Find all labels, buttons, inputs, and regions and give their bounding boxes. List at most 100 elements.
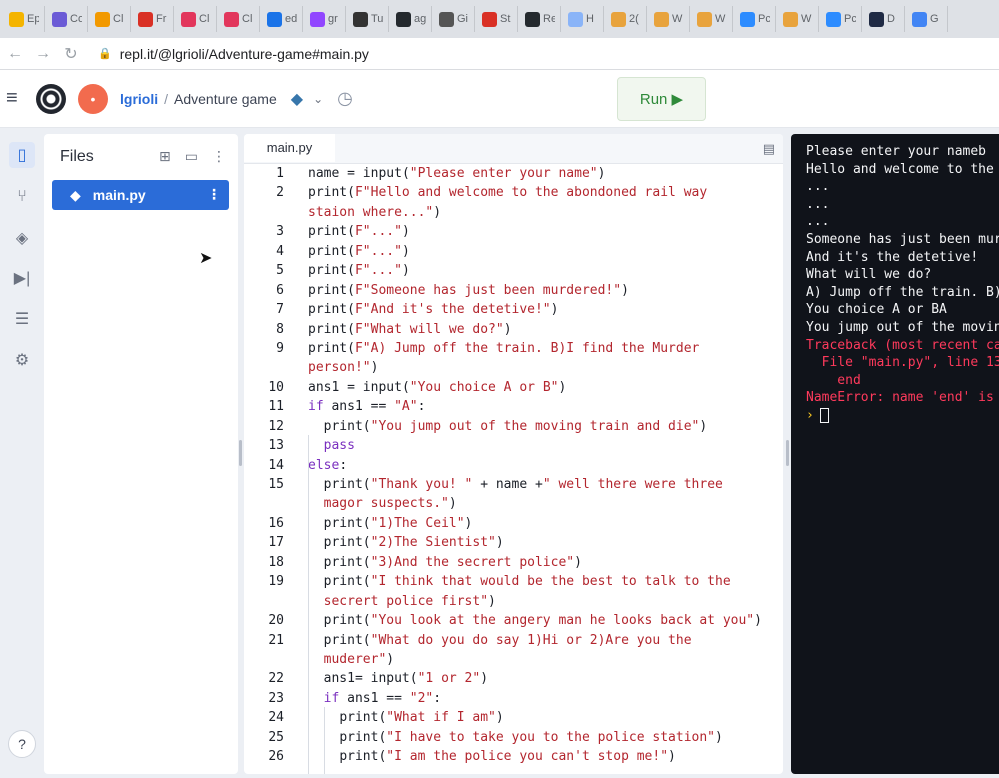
code-line[interactable]: 13 pass	[244, 436, 783, 455]
code-text[interactable]: print("3)And the secrert police")	[308, 553, 582, 572]
avatar[interactable]: •	[78, 83, 108, 114]
browser-tab[interactable]: Cl	[219, 6, 260, 32]
code-line[interactable]: 17 print("2)The Sientist")	[244, 533, 783, 552]
code-text[interactable]: print("You look at the angery man he loo…	[308, 611, 762, 630]
code-text[interactable]: print("I am the police you can't stop me…	[308, 747, 676, 766]
code-line[interactable]: 3 print(F"...")	[244, 222, 783, 241]
more-icon[interactable]: ⋮	[212, 148, 226, 165]
url-text[interactable]: repl.it/@lgrioli/Adventure-game#main.py	[120, 46, 369, 62]
help-icon[interactable]: ?	[8, 730, 36, 758]
code-text[interactable]: print("2)The Sientist")	[308, 533, 504, 552]
code-line[interactable]: 16 print("1)The Ceil")	[244, 514, 783, 533]
chevron-down-icon[interactable]: ⌄	[313, 92, 323, 106]
run-button[interactable]: Run ▶	[617, 77, 706, 121]
file-options-icon[interactable]: ⋮	[207, 186, 221, 203]
code-text[interactable]: name = input("Please enter your name")	[308, 164, 605, 183]
forward-icon[interactable]: →	[30, 45, 56, 63]
browser-tab[interactable]: Ep	[4, 6, 45, 32]
code-text[interactable]: print("I have to take you to the police …	[308, 728, 723, 747]
code-line[interactable]: 9 print(F"A) Jump off the train. B)I find…	[244, 339, 783, 358]
tab-main-py[interactable]: main.py	[244, 134, 335, 162]
database-icon[interactable]: ☰	[9, 306, 35, 332]
debugger-icon[interactable]: ▶|	[9, 265, 35, 291]
browser-tab[interactable]: W	[692, 6, 733, 32]
panel-resize-handle[interactable]	[239, 440, 242, 466]
browser-tab[interactable]: Cl	[176, 6, 217, 32]
add-folder-icon[interactable]: ▭	[185, 148, 198, 165]
code-line[interactable]: muderer")	[244, 650, 783, 669]
browser-tab[interactable]: St	[477, 6, 518, 32]
code-text[interactable]: print("What do you do say 1)Hi or 2)Are …	[308, 631, 692, 650]
code-text[interactable]: print(F"...")	[308, 222, 410, 241]
code-line[interactable]: 19 print("I think that would be the best…	[244, 572, 783, 591]
code-line[interactable]: 7 print(F"And it's the detetive!")	[244, 300, 783, 319]
code-line[interactable]: 20 print("You look at the angery man he …	[244, 611, 783, 630]
code-line[interactable]: person!")	[244, 358, 783, 377]
code-text[interactable]: print("1)The Ceil")	[308, 514, 473, 533]
browser-tab[interactable]: Cl	[90, 6, 131, 32]
browser-tab[interactable]: Gi	[434, 6, 475, 32]
code-line[interactable]: 11 if ans1 == "A":	[244, 397, 783, 416]
python-icon[interactable]: ◆	[291, 89, 303, 109]
code-text[interactable]: print(F"Someone has just been murdered!"…	[308, 281, 629, 300]
browser-tab[interactable]: W	[778, 6, 819, 32]
code-text[interactable]: staion where...")	[308, 203, 441, 222]
files-icon[interactable]: ▯	[9, 142, 35, 168]
code-line[interactable]: 14 else:	[244, 456, 783, 475]
console-output[interactable]: Please enter your nameb Hello and welcome…	[791, 134, 999, 774]
code-line[interactable]: 18 print("3)And the secrert police")	[244, 553, 783, 572]
editor-options-icon[interactable]: ▤	[763, 141, 775, 157]
code-line[interactable]: 4 print(F"...")	[244, 242, 783, 261]
browser-tab[interactable]: Co	[47, 6, 88, 32]
code-line[interactable]: 12 print("You jump out of the moving tra…	[244, 417, 783, 436]
version-control-icon[interactable]: ⑂	[9, 184, 35, 210]
code-line[interactable]: secrert police first")	[244, 592, 783, 611]
code-text[interactable]: ans1 = input("You choice A or B")	[308, 378, 566, 397]
code-text[interactable]: print(F"...")	[308, 261, 410, 280]
code-line[interactable]: 1 name = input("Please enter your name")	[244, 164, 783, 183]
browser-tab[interactable]: gr	[305, 6, 346, 32]
browser-tab[interactable]: ed	[262, 6, 303, 32]
code-text[interactable]: if ans1 == "2":	[308, 689, 441, 708]
code-line[interactable]: 6 print(F"Someone has just been murdered!…	[244, 281, 783, 300]
browser-tab[interactable]: Pc	[735, 6, 776, 32]
browser-tab[interactable]: ag	[391, 6, 432, 32]
console-prompt-line[interactable]: ›	[806, 407, 999, 425]
code-text[interactable]: if ans1 == "A":	[308, 397, 425, 416]
code-text[interactable]: ans1= input("1 or 2")	[308, 669, 488, 688]
replit-logo-icon[interactable]	[36, 83, 66, 114]
browser-tab[interactable]: H	[563, 6, 604, 32]
code-text[interactable]: print(F"And it's the detetive!")	[308, 300, 558, 319]
browser-tab[interactable]: 2(	[606, 6, 647, 32]
menu-icon[interactable]: ≡	[6, 87, 32, 110]
code-text[interactable]: magor suspects.")	[308, 494, 457, 513]
code-line[interactable]: magor suspects.")	[244, 494, 783, 513]
code-text[interactable]: person!")	[308, 358, 378, 377]
code-line[interactable]: 15 print("Thank you! " + name +" well th…	[244, 475, 783, 494]
settings-gear-icon[interactable]: ⚙	[9, 347, 35, 373]
code-line[interactable]: 5 print(F"...")	[244, 261, 783, 280]
panel-resize-handle[interactable]	[786, 440, 789, 466]
code-lines[interactable]: 1 name = input("Please enter your name") 2…	[244, 164, 783, 767]
code-text[interactable]: print(F"A) Jump off the train. B)I find …	[308, 339, 699, 358]
repl-name[interactable]: Adventure game	[174, 91, 277, 107]
code-text[interactable]: print("Thank you! " + name +" well there…	[308, 475, 723, 494]
code-text[interactable]: print(F"Hello and welcome to the abondon…	[308, 183, 707, 202]
code-line[interactable]: 10 ans1 = input("You choice A or B")	[244, 378, 783, 397]
code-line[interactable]: 22 ans1= input("1 or 2")	[244, 669, 783, 688]
code-text[interactable]: print("What if I am")	[308, 708, 503, 727]
packages-icon[interactable]: ◈	[9, 225, 35, 251]
browser-tab[interactable]: D	[864, 6, 905, 32]
file-item-main-py[interactable]: ◆ main.py ⋮	[52, 180, 229, 210]
reload-icon[interactable]: ↻	[58, 44, 84, 64]
code-text[interactable]: secrert police first")	[308, 592, 496, 611]
browser-tab[interactable]: W	[649, 6, 690, 32]
browser-tab[interactable]: G	[907, 6, 948, 32]
code-text[interactable]: print("You jump out of the moving train …	[308, 417, 708, 436]
user-link[interactable]: lgrioli	[120, 91, 158, 107]
code-text[interactable]: muderer")	[308, 650, 394, 669]
code-line[interactable]: 8 print(F"What will we do?")	[244, 320, 783, 339]
browser-tab[interactable]: Re	[520, 6, 561, 32]
code-text[interactable]: print(F"...")	[308, 242, 410, 261]
history-icon[interactable]: ◷	[337, 88, 353, 109]
